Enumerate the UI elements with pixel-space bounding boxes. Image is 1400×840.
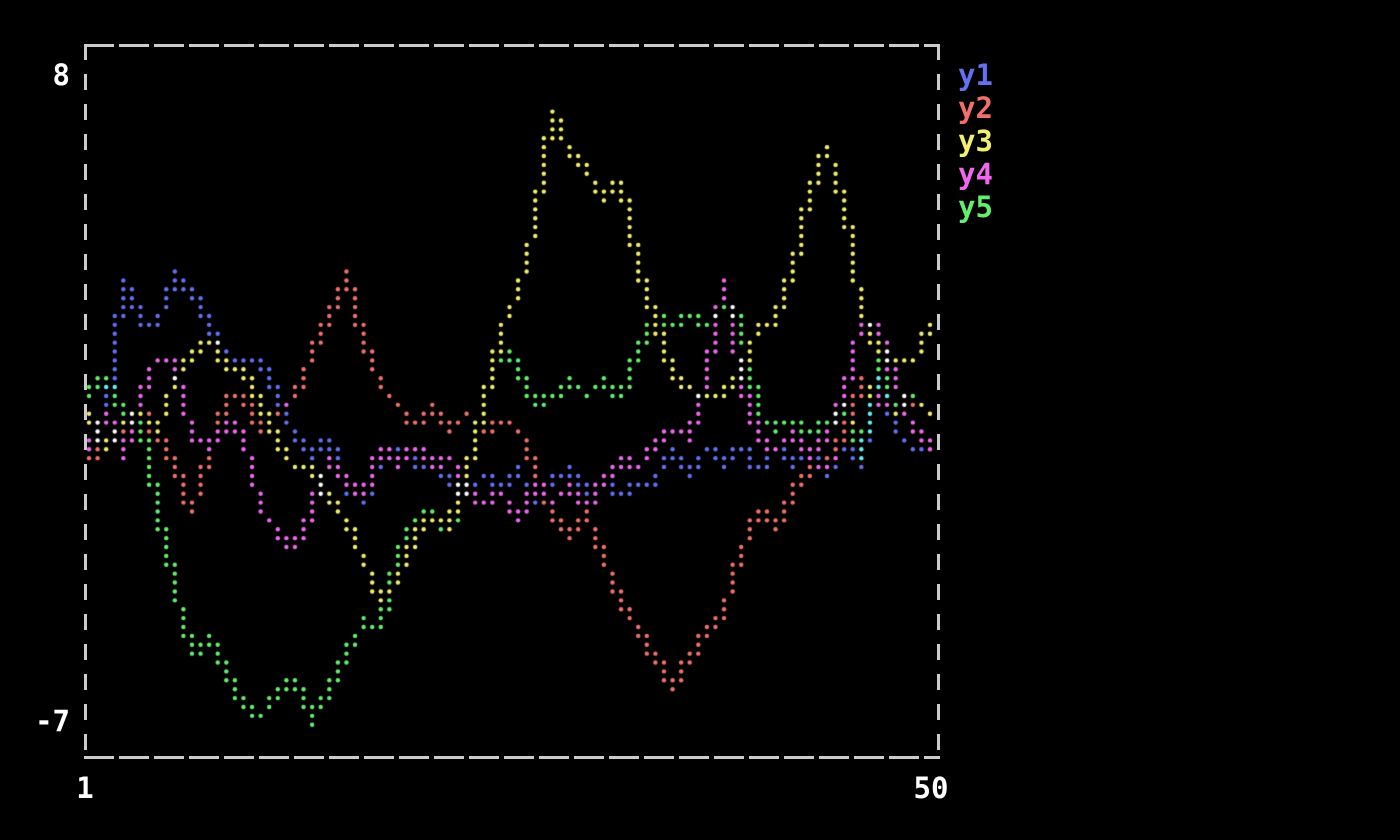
plot-border-left: [84, 44, 87, 759]
x-axis-max-label: 50: [911, 772, 951, 805]
plot-border-right: [937, 44, 940, 759]
legend: y1 y2 y3 y4 y5: [958, 59, 993, 224]
legend-item-y5: y5: [958, 191, 993, 224]
legend-item-y1: y1: [958, 59, 993, 92]
legend-item-y4: y4: [958, 158, 993, 191]
plot-border-bottom: [84, 756, 940, 759]
x-axis-min-label: 1: [65, 772, 105, 805]
terminal-plot-screen: 8 -7 1 50 y1 y2 y3 y4 y5: [0, 0, 1400, 840]
y-axis-min-label: -7: [0, 705, 70, 738]
plot-border-top: [84, 44, 940, 47]
legend-item-y3: y3: [958, 125, 993, 158]
legend-item-y2: y2: [958, 92, 993, 125]
chart-dots-canvas: [0, 0, 1400, 840]
y-axis-max-label: 8: [0, 59, 70, 92]
